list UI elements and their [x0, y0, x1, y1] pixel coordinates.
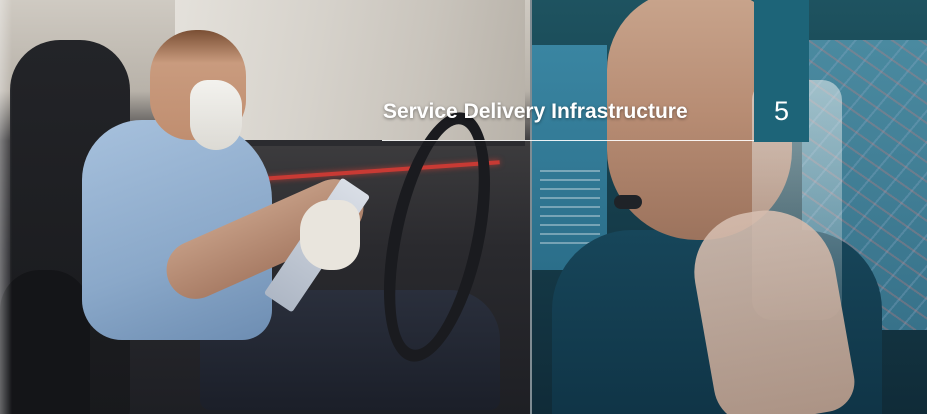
gloved-hand [300, 200, 360, 270]
monitor-text-lines [540, 170, 600, 250]
section-title: Service Delivery Infrastructure [383, 100, 688, 123]
headset-microphone [614, 195, 642, 209]
passenger-seat [0, 270, 90, 414]
left-edge-highlight [0, 0, 12, 414]
title-underline [382, 140, 754, 141]
face-mask [190, 80, 242, 150]
page-number: 5 [773, 96, 790, 126]
document-page: Service Delivery Infrastructure 5 [0, 0, 927, 414]
photo-inspector-in-car [0, 0, 530, 414]
photo-operator-with-headset [532, 0, 927, 414]
